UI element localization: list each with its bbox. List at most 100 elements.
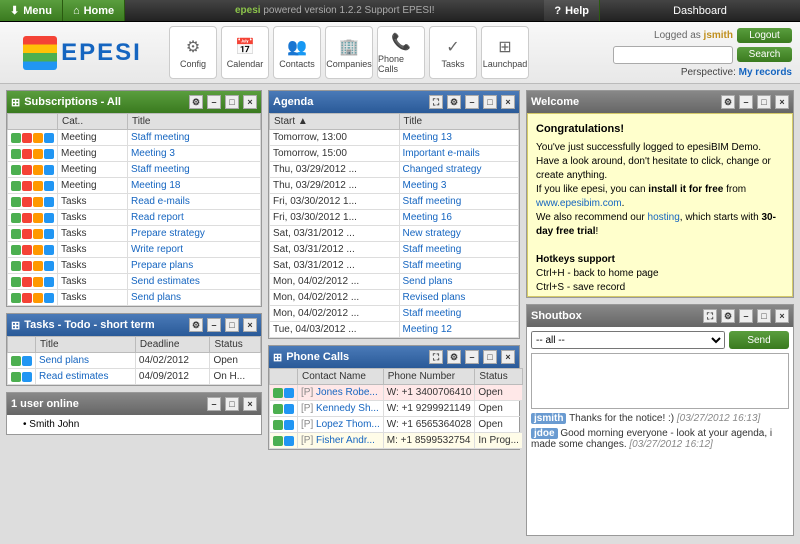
min-icon[interactable]: –: [207, 95, 221, 109]
item-link[interactable]: Staff meeting: [403, 244, 462, 255]
row-actions[interactable]: [11, 149, 54, 159]
contact-link[interactable]: Fisher Andr...: [316, 435, 375, 446]
expand-icon[interactable]: ⛶: [429, 350, 443, 364]
config-icon[interactable]: ⚙: [447, 350, 461, 364]
max-icon[interactable]: □: [225, 95, 239, 109]
item-link[interactable]: Staff meeting: [403, 196, 462, 207]
tool-calendar[interactable]: 📅Calendar: [221, 26, 269, 79]
tool-config[interactable]: ⚙Config: [169, 26, 217, 79]
logout-button[interactable]: Logout: [737, 28, 792, 43]
item-link[interactable]: Meeting 13: [403, 132, 452, 143]
tool-tasks[interactable]: ✓Tasks: [429, 26, 477, 79]
item-link[interactable]: Changed strategy: [403, 164, 482, 175]
min-icon[interactable]: –: [465, 350, 479, 364]
item-link[interactable]: Send plans: [131, 292, 181, 303]
row-actions[interactable]: [11, 245, 54, 255]
dashboard-label: Dashboard: [600, 5, 800, 17]
min-icon[interactable]: –: [207, 318, 221, 332]
row-actions[interactable]: [273, 420, 294, 430]
min-icon[interactable]: –: [739, 309, 753, 323]
min-icon[interactable]: –: [465, 95, 479, 109]
row-actions[interactable]: [273, 436, 294, 446]
contact-link[interactable]: Jones Robe...: [316, 387, 378, 398]
item-link[interactable]: Staff meeting: [403, 260, 462, 271]
item-link[interactable]: Send estimates: [131, 276, 200, 287]
expand-icon[interactable]: ⛶: [703, 309, 717, 323]
contact-link[interactable]: Lopez Thom...: [316, 419, 380, 430]
max-icon[interactable]: □: [483, 350, 497, 364]
item-link[interactable]: Staff meeting: [131, 164, 190, 175]
row-actions[interactable]: [273, 388, 294, 398]
close-icon[interactable]: ×: [501, 350, 515, 364]
max-icon[interactable]: □: [225, 397, 239, 411]
close-icon[interactable]: ×: [243, 318, 257, 332]
contact-link[interactable]: Kennedy Sh...: [316, 403, 379, 414]
item-link[interactable]: Prepare plans: [131, 260, 193, 271]
plus-icon[interactable]: ⊞: [11, 96, 20, 109]
shout-input[interactable]: [531, 353, 789, 409]
item-link[interactable]: Read report: [131, 212, 184, 223]
close-icon[interactable]: ×: [243, 397, 257, 411]
row-actions[interactable]: [11, 197, 54, 207]
item-link[interactable]: Read e-mails: [131, 196, 190, 207]
item-link[interactable]: Important e-mails: [403, 148, 480, 159]
item-link[interactable]: Meeting 12: [403, 324, 452, 335]
row-actions[interactable]: [11, 181, 54, 191]
tool-companies[interactable]: 🏢Companies: [325, 26, 373, 79]
row-actions[interactable]: [11, 165, 54, 175]
item-link[interactable]: Staff meeting: [403, 308, 462, 319]
item-link[interactable]: Prepare strategy: [131, 228, 205, 239]
item-link[interactable]: Send plans: [403, 276, 453, 287]
item-link[interactable]: New strategy: [403, 228, 461, 239]
row-actions[interactable]: [11, 293, 54, 303]
min-icon[interactable]: –: [207, 397, 221, 411]
item-link[interactable]: Staff meeting: [131, 132, 190, 143]
config-icon[interactable]: ⚙: [721, 95, 735, 109]
row-actions[interactable]: [11, 213, 54, 223]
home-button[interactable]: ⌂Home: [63, 0, 125, 21]
close-icon[interactable]: ×: [243, 95, 257, 109]
item-link[interactable]: Read estimates: [39, 371, 108, 382]
close-icon[interactable]: ×: [775, 309, 789, 323]
item-link[interactable]: Send plans: [39, 355, 89, 366]
menu-button[interactable]: ⬇Menu: [0, 0, 63, 21]
send-button[interactable]: Send: [729, 331, 789, 349]
item-link[interactable]: Write report: [131, 244, 183, 255]
search-button[interactable]: Search: [737, 47, 792, 62]
max-icon[interactable]: □: [483, 95, 497, 109]
help-button[interactable]: ?Help: [544, 0, 600, 21]
tool-contacts[interactable]: 👥Contacts: [273, 26, 321, 79]
max-icon[interactable]: □: [225, 318, 239, 332]
config-icon[interactable]: ⚙: [447, 95, 461, 109]
expand-icon[interactable]: ⛶: [429, 95, 443, 109]
min-icon[interactable]: –: [739, 95, 753, 109]
tool-phonecalls[interactable]: 📞Phone Calls: [377, 26, 425, 79]
hosting-link[interactable]: hosting: [648, 212, 680, 223]
search-input[interactable]: [613, 46, 733, 64]
row-actions[interactable]: [11, 356, 32, 366]
close-icon[interactable]: ×: [501, 95, 515, 109]
table-row: Tomorrow, 15:00Important e-mails: [270, 146, 519, 162]
row-actions[interactable]: [11, 133, 54, 143]
close-icon[interactable]: ×: [775, 95, 789, 109]
plus-icon[interactable]: ⊞: [11, 319, 20, 332]
row-actions[interactable]: [11, 277, 54, 287]
row-actions[interactable]: [11, 261, 54, 271]
item-link[interactable]: Meeting 3: [131, 148, 175, 159]
item-link[interactable]: Meeting 3: [403, 180, 447, 191]
config-icon[interactable]: ⚙: [721, 309, 735, 323]
plus-icon[interactable]: ⊞: [273, 351, 282, 364]
shout-recipient-select[interactable]: -- all --: [531, 331, 725, 349]
row-actions[interactable]: [273, 404, 294, 414]
max-icon[interactable]: □: [757, 309, 771, 323]
config-icon[interactable]: ⚙: [189, 318, 203, 332]
epesi-link[interactable]: www.epesibim.com: [536, 198, 622, 209]
row-actions[interactable]: [11, 372, 32, 382]
max-icon[interactable]: □: [757, 95, 771, 109]
item-link[interactable]: Meeting 16: [403, 212, 452, 223]
config-icon[interactable]: ⚙: [189, 95, 203, 109]
item-link[interactable]: Revised plans: [403, 292, 466, 303]
item-link[interactable]: Meeting 18: [131, 180, 180, 191]
row-actions[interactable]: [11, 229, 54, 239]
tool-launchpad[interactable]: ⊞Launchpad: [481, 26, 529, 79]
